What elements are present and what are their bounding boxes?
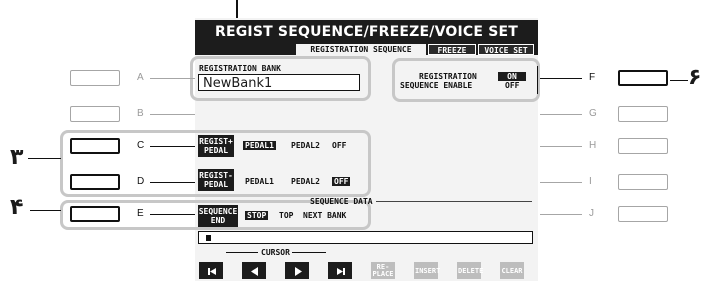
sequence-data-field[interactable] xyxy=(198,231,533,244)
button-j[interactable] xyxy=(618,206,668,222)
skip-to-end-icon xyxy=(337,268,345,275)
letter-g: G xyxy=(589,108,597,119)
e-option-stop[interactable]: STOP xyxy=(245,211,269,220)
line-c xyxy=(150,146,195,147)
callout-step-6: ۶ xyxy=(688,65,702,90)
d-option-pedal2[interactable]: PEDAL2 xyxy=(291,177,320,186)
regist-plus-tag-line-2: PEDAL xyxy=(203,146,229,155)
d-option-off[interactable]: OFF xyxy=(332,177,351,186)
line-a xyxy=(150,78,195,79)
clear-button[interactable]: CLEAR xyxy=(500,262,524,279)
line-e xyxy=(150,214,195,215)
letter-i: I xyxy=(589,176,592,187)
callout-4-line xyxy=(30,210,61,211)
tab-freeze[interactable]: FREEZE xyxy=(428,44,476,55)
button-d[interactable] xyxy=(70,174,120,190)
letter-a: A xyxy=(137,72,144,83)
insert-label: INSERT xyxy=(415,267,441,275)
delete-button[interactable]: DELETE xyxy=(457,262,484,279)
sequence-end-tag-line-1: SEQUENCE xyxy=(198,207,238,216)
clear-label: CLEAR xyxy=(501,267,523,275)
button-h[interactable] xyxy=(618,138,668,154)
letter-e: E xyxy=(137,208,144,219)
button-e[interactable] xyxy=(70,206,120,222)
enable-divider xyxy=(537,66,538,94)
callout-step-3: ٣ xyxy=(10,145,24,170)
insert-button[interactable]: INSERT xyxy=(414,262,441,279)
sequence-data-label: SEQUENCE DATA xyxy=(310,197,373,206)
regist-plus-tag-line-1: REGIST+ xyxy=(199,137,233,146)
tab-registration-sequence[interactable]: REGISTRATION SEQUENCE xyxy=(296,44,426,55)
screen-title: REGIST SEQUENCE/FREEZE/VOICE SET xyxy=(195,20,538,44)
enable-off-option[interactable]: OFF xyxy=(505,81,519,90)
button-i[interactable] xyxy=(618,174,668,190)
button-b[interactable] xyxy=(70,106,120,122)
skip-to-start-icon xyxy=(208,268,216,275)
button-f[interactable] xyxy=(618,70,668,86)
cursor-left-button[interactable] xyxy=(242,262,266,279)
button-g[interactable] xyxy=(618,106,668,122)
skip-to-end-button[interactable] xyxy=(328,262,352,279)
line-j xyxy=(540,214,582,215)
cursor-label: CURSOR xyxy=(261,248,290,257)
enable-label-line-2: SEQUENCE ENABLE xyxy=(400,81,473,90)
sequence-end-tag-line-2: END xyxy=(210,216,226,225)
line-g xyxy=(540,114,582,115)
regist-minus-tag-line-2: PEDAL xyxy=(203,180,229,189)
c-option-off[interactable]: OFF xyxy=(332,141,346,150)
enable-on-option[interactable]: ON xyxy=(498,72,526,81)
c-option-pedal1[interactable]: PEDAL1 xyxy=(243,141,276,150)
letter-c: C xyxy=(137,140,145,151)
regist-plus-pedal-tag: REGIST+ PEDAL xyxy=(198,135,234,157)
delete-label: DELETE xyxy=(458,267,484,275)
callout-step-4: ۴ xyxy=(10,195,24,220)
letter-h: H xyxy=(589,140,597,151)
cursor-right-button[interactable] xyxy=(285,262,309,279)
regist-minus-pedal-tag: REGIST- PEDAL xyxy=(198,169,234,191)
cursor-bracket-left xyxy=(226,252,258,253)
letter-d: D xyxy=(137,176,145,187)
text-cursor xyxy=(206,235,211,241)
line-h xyxy=(540,146,582,147)
c-option-pedal2[interactable]: PEDAL2 xyxy=(291,141,320,150)
e-option-top[interactable]: TOP xyxy=(279,211,293,220)
cursor-bracket-right xyxy=(292,252,326,253)
tab-voice-set[interactable]: VOICE SET xyxy=(478,44,534,55)
button-a[interactable] xyxy=(70,70,120,86)
left-arrow-icon xyxy=(251,267,258,276)
callout-6-line xyxy=(670,80,688,81)
enable-label-line-1: REGISTRATION xyxy=(419,72,477,81)
letter-b: B xyxy=(137,108,144,119)
callout-3-line xyxy=(28,158,61,159)
d-option-pedal1[interactable]: PEDAL1 xyxy=(245,177,274,186)
line-b xyxy=(150,114,195,115)
sequence-end-tag: SEQUENCE END xyxy=(198,205,238,227)
line-i xyxy=(540,182,582,183)
letter-f: F xyxy=(589,72,596,83)
bank-group-box xyxy=(190,56,371,101)
line-d xyxy=(150,182,195,183)
letter-j: J xyxy=(589,208,594,219)
button-c[interactable] xyxy=(70,138,120,154)
e-option-next-bank[interactable]: NEXT BANK xyxy=(303,211,346,220)
sequence-data-rule xyxy=(376,201,532,202)
regist-minus-tag-line-1: REGIST- xyxy=(199,171,233,180)
right-arrow-icon xyxy=(295,267,302,276)
skip-to-start-button[interactable] xyxy=(199,262,223,279)
replace-label: RE- PLACE xyxy=(372,263,394,278)
replace-button[interactable]: RE- PLACE xyxy=(371,262,395,279)
line-f xyxy=(540,78,582,79)
